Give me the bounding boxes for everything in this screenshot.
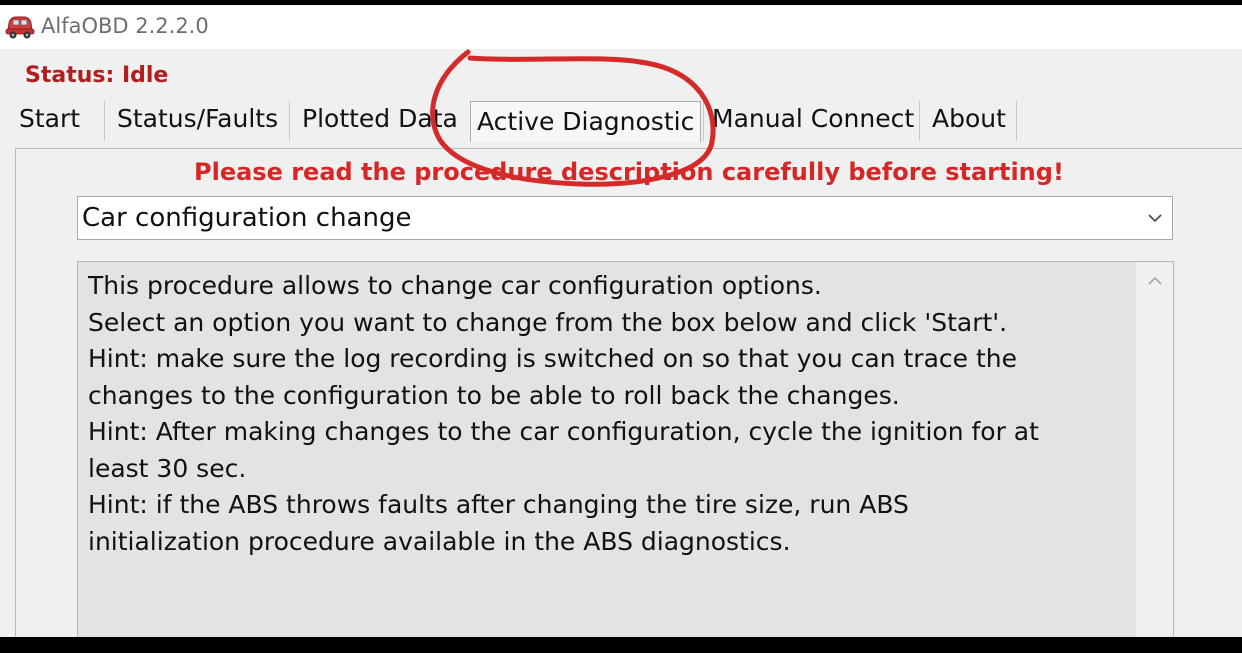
tab-divider bbox=[703, 101, 704, 141]
description-line: Select an option you want to change from… bbox=[88, 307, 1008, 337]
tab-manual-connect[interactable]: Manual Connect bbox=[712, 99, 914, 141]
status-label: Status: Idle bbox=[25, 63, 169, 88]
description-line: Hint: make sure the log recording is swi… bbox=[88, 344, 1018, 373]
procedure-select[interactable]: Car configuration change bbox=[77, 196, 1173, 240]
tab-plotted-data[interactable]: Plotted Data bbox=[302, 99, 458, 141]
window-title: AlfaOBD 2.2.2.0 bbox=[41, 14, 209, 38]
red-car-icon bbox=[5, 16, 35, 39]
description-line: Hint: After making changes to the car co… bbox=[88, 417, 1039, 446]
chevron-up-icon[interactable] bbox=[1147, 274, 1163, 288]
tab-about[interactable]: About bbox=[932, 99, 1006, 141]
procedure-description: This procedure allows to change car conf… bbox=[77, 261, 1174, 637]
tab-divider bbox=[104, 101, 105, 141]
vertical-scrollbar[interactable] bbox=[1136, 262, 1173, 637]
chevron-down-icon[interactable] bbox=[1146, 209, 1164, 227]
description-text: This procedure allows to change car conf… bbox=[88, 268, 1039, 560]
tab-divider bbox=[919, 101, 920, 141]
warning-message: Please read the procedure description ca… bbox=[194, 158, 1064, 186]
tab-start[interactable]: Start bbox=[19, 99, 80, 141]
description-line: Hint: if the ABS throws faults after cha… bbox=[88, 490, 909, 519]
description-line: This procedure allows to change car conf… bbox=[88, 271, 822, 300]
app-window: AlfaOBD 2.2.2.0 Status: Idle Start Statu… bbox=[0, 5, 1242, 637]
tab-divider bbox=[1016, 101, 1017, 141]
description-line: changes to the configuration to be able … bbox=[88, 380, 900, 410]
tab-divider bbox=[289, 101, 290, 141]
procedure-select-value: Car configuration change bbox=[82, 203, 412, 233]
tab-active-diagnostic[interactable]: Active Diagnostic bbox=[470, 101, 702, 142]
description-line: initialization procedure available in th… bbox=[88, 526, 791, 556]
description-line: least 30 sec. bbox=[88, 453, 247, 483]
tab-status-faults[interactable]: Status/Faults bbox=[117, 99, 278, 141]
tab-bar: Start Status/Faults Plotted Data Active … bbox=[0, 99, 1242, 143]
title-bar: AlfaOBD 2.2.2.0 bbox=[0, 5, 1242, 49]
